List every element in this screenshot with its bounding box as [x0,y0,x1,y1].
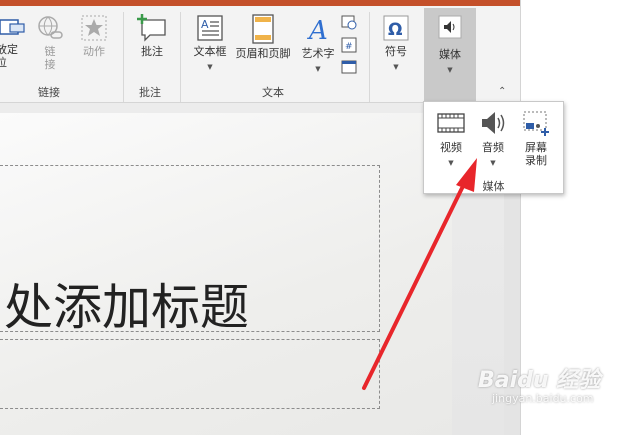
screen-record-label: 屏幕 录制 [525,141,547,167]
link-icon [38,16,63,39]
header-footer-button[interactable]: 页眉和页脚 [232,14,294,60]
svg-text:A: A [307,16,328,44]
header-footer-label: 页眉和页脚 [235,47,291,60]
group-label-comments: 批注 [139,86,161,99]
slide-number-button[interactable]: # [341,37,357,53]
collapse-ribbon-icon[interactable]: ⌃ [498,86,506,97]
film-icon [437,113,465,133]
textbox-icon: A [197,15,223,41]
svg-text:A: A [201,18,209,31]
chevron-down-icon: ▼ [207,63,213,71]
date-time-button[interactable] [341,14,357,30]
audio-button[interactable]: 音频 ▼ [474,108,512,170]
star-icon [81,15,107,41]
comment-label: 批注 [141,45,163,58]
media-label: 媒体 [439,48,461,61]
subtitle-placeholder[interactable] [0,339,380,409]
object-icon [341,60,357,74]
title-placeholder-text: 处添加标题 [4,279,250,336]
action-button[interactable]: 动作 [74,14,114,58]
svg-text:#: # [345,42,353,52]
audio-label: 音频 [482,141,504,154]
media-group-label: 媒体 [482,180,505,193]
header-footer-icon [252,14,274,44]
calendar-icon [341,15,357,30]
speaker-icon [482,112,505,134]
speaker-icon [438,15,462,39]
media-button[interactable]: 媒体 ▼ [424,8,476,102]
omega-icon: Ω [383,15,409,41]
comment-button[interactable]: 批注 [132,14,172,58]
group-label-text: 文本 [262,86,284,99]
divider [123,12,124,102]
zoom-icon [0,19,25,35]
action-label: 动作 [83,45,105,58]
comment-icon [137,14,166,42]
chevron-down-icon: ▼ [490,159,496,167]
watermark-url: jingyan.baidu.com [492,392,594,405]
video-label: 视频 [440,141,462,154]
chevron-down-icon: ▼ [448,159,454,167]
textbox-label: 文本框 [193,45,227,58]
divider [180,12,181,102]
svg-text:Ω: Ω [388,20,402,40]
chevron-down-icon: ▼ [393,63,399,71]
link-label: 链 接 [44,45,56,71]
hash-icon: # [341,37,357,53]
wordart-icon: A [307,16,328,46]
wordart-button[interactable]: A 艺术字 ▼ [298,14,338,76]
divider [369,12,370,102]
symbol-button[interactable]: Ω 符号 ▼ [376,14,416,74]
object-button[interactable] [341,59,357,75]
screen-record-button[interactable]: 屏幕 录制 [517,108,555,167]
media-dropdown: 视频 ▼ 音频 ▼ 屏幕 录制 媒体 [423,101,564,194]
symbol-label: 符号 [385,45,407,58]
chevron-down-icon: ▼ [315,65,321,73]
zoom-label: 放定 位 [0,43,18,69]
zoom-button[interactable]: 放定 位 [0,14,32,69]
chevron-down-icon: ▼ [447,66,453,74]
wordart-label: 艺术字 [301,47,335,60]
group-label-links: 链接 [38,86,60,99]
video-button[interactable]: 视频 ▼ [432,108,470,170]
link-button[interactable]: 链 接 [32,14,68,71]
watermark-logo: Baidu 经验 [478,368,601,393]
screen-record-icon [523,111,549,136]
textbox-button[interactable]: A 文本框 ▼ [188,14,232,74]
